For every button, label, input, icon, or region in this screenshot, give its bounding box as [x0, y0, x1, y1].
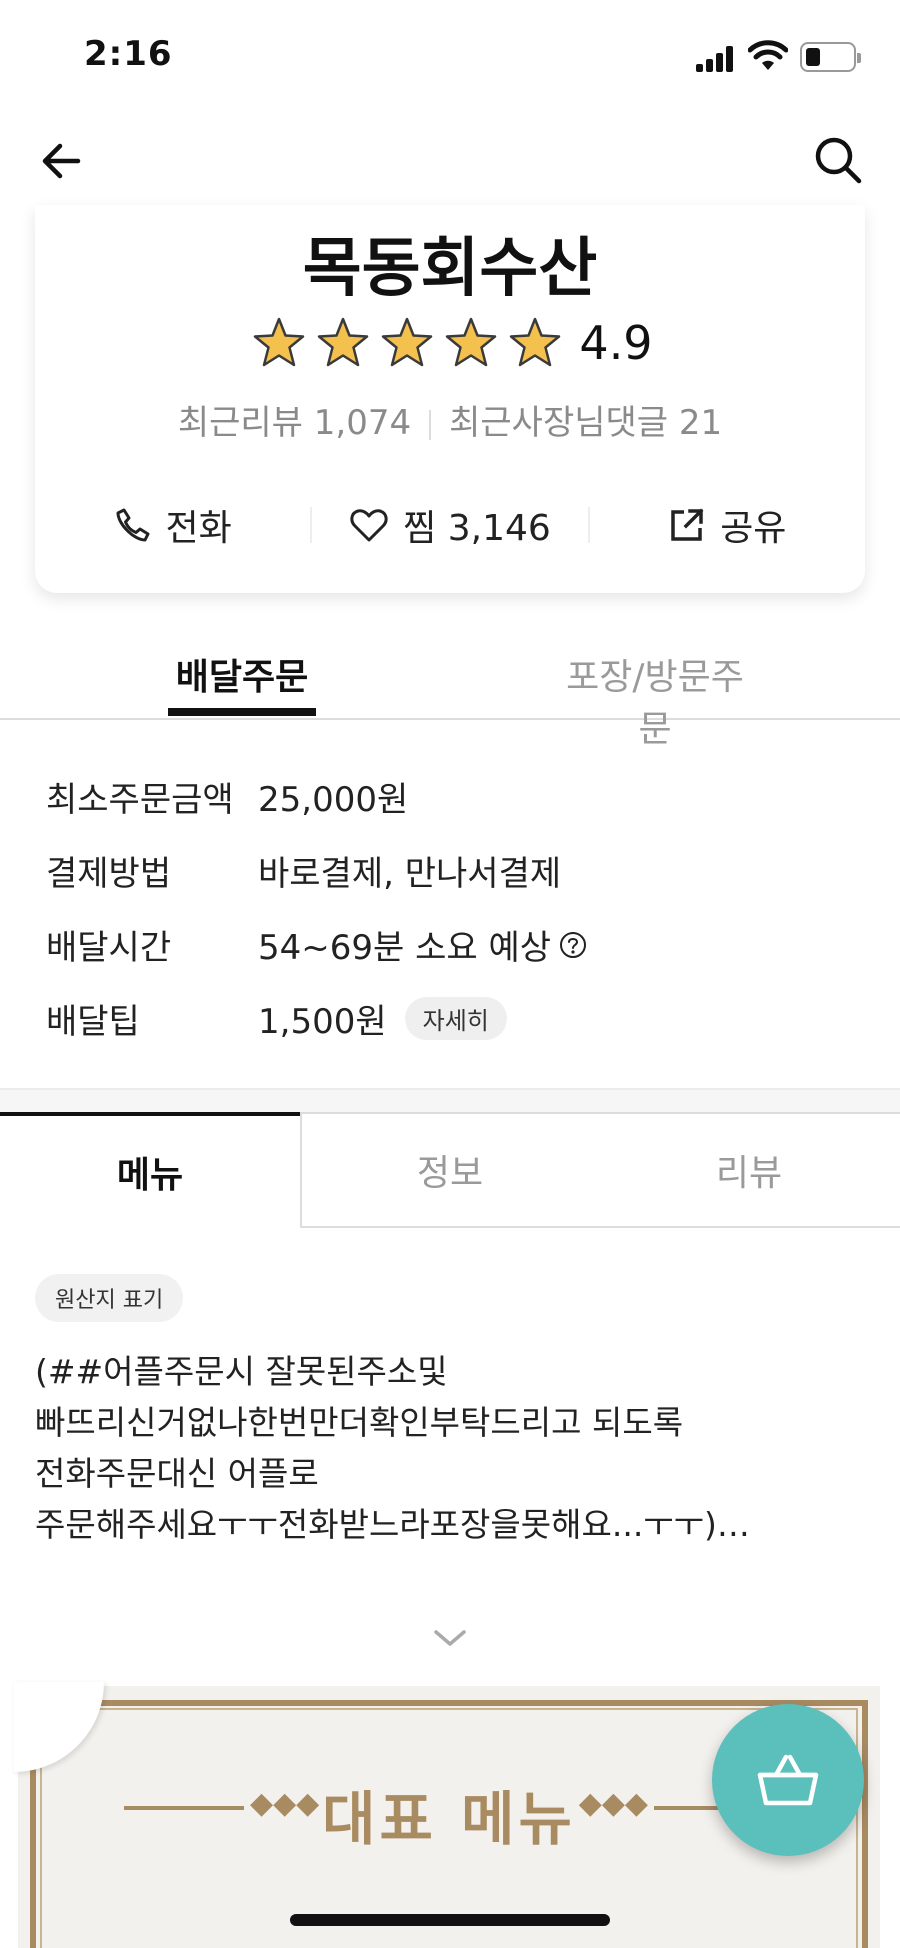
- order-type-tabs: 배달주문 포장/방문주문: [0, 630, 900, 750]
- status-bar: 2:16: [0, 0, 900, 110]
- star-icon: [446, 317, 497, 367]
- origin-label-button[interactable]: 원산지 표기: [35, 1274, 184, 1322]
- call-label: 전화: [165, 508, 232, 549]
- wifi-icon: [748, 40, 788, 70]
- tab-delivery-order[interactable]: 배달주문: [168, 648, 316, 716]
- tab-pickup-order[interactable]: 포장/방문주문: [550, 648, 760, 752]
- tip-detail-button[interactable]: 자세히: [404, 997, 507, 1040]
- basket-icon: [757, 1754, 819, 1806]
- rating-row[interactable]: 4.9: [35, 315, 865, 371]
- payment-value: 바로결제, 만나서결제: [258, 854, 562, 894]
- banner-ornament: ◆◆◆: [578, 1786, 648, 1821]
- status-time: 2:16: [84, 34, 173, 74]
- notice-line: 전화주문대신 어플로: [35, 1454, 319, 1493]
- help-circle-icon[interactable]: [559, 931, 587, 959]
- action-row: 전화 찜 3,146 공유: [35, 495, 865, 555]
- share-button[interactable]: 공유: [590, 495, 865, 555]
- phone-icon: [116, 508, 150, 542]
- min-order-row: 최소주문금액 25,000원: [46, 762, 866, 836]
- rating-value: 4.9: [579, 316, 653, 370]
- store-card: 목동회수산 4.9 최근리뷰 1,074 최근사장님댓글 21 전화 찜 3,14…: [35, 205, 865, 593]
- share-label: 공유: [720, 508, 787, 549]
- payment-label: 결제방법: [46, 854, 172, 894]
- owner-replies-count: 최근사장님댓글 21: [449, 403, 723, 443]
- like-button[interactable]: 찜 3,146: [312, 495, 587, 555]
- review-summary[interactable]: 최근리뷰 1,074 최근사장님댓글 21: [35, 395, 865, 444]
- tab-menu[interactable]: 메뉴: [0, 1112, 300, 1228]
- delivery-time-info: 54~69분 소요 예상: [258, 920, 587, 969]
- payment-row: 결제방법 바로결제, 만나서결제: [46, 836, 866, 910]
- like-count: 찜 3,146: [403, 508, 551, 549]
- home-indicator: [290, 1914, 610, 1926]
- min-order-value: 25,000원: [258, 780, 409, 820]
- chevron-down-icon[interactable]: [432, 1626, 468, 1650]
- store-notice[interactable]: (##어플주문시 잘못된주소및 빠뜨리신거없나한번만더확인부탁드리고 되도록 전…: [35, 1346, 815, 1550]
- call-button[interactable]: 전화: [35, 495, 310, 555]
- signal-icon: [696, 46, 736, 72]
- delivery-time-row: 배달시간 54~69분 소요 예상: [46, 910, 866, 984]
- notice-line: 주문해주세요ㅜㅜ전화받느라포장을못해요...ㅜㅜ)…: [35, 1505, 750, 1544]
- delivery-tip-value: 1,500원: [258, 1002, 387, 1042]
- share-icon: [671, 508, 704, 541]
- delivery-tip-row: 배달팁 1,500원 자세히: [46, 984, 866, 1058]
- divider: [429, 409, 432, 440]
- delivery-time-label: 배달시간: [46, 928, 172, 968]
- tab-review[interactable]: 리뷰: [598, 1112, 900, 1228]
- section-divider: [0, 1088, 900, 1112]
- notice-line: 빠뜨리신거없나한번만더확인부탁드리고 되도록: [35, 1403, 684, 1442]
- heart-icon: [350, 509, 388, 542]
- recent-reviews-count: 최근리뷰 1,074: [177, 403, 412, 443]
- battery-icon: [800, 42, 861, 72]
- delivery-info: 최소주문금액 25,000원 결제방법 바로결제, 만나서결제 배달시간 54~…: [46, 762, 866, 1058]
- delivery-time-value: 54~69분 소요 예상: [258, 928, 552, 968]
- delivery-tip-label: 배달팁: [46, 1002, 140, 1042]
- cart-button[interactable]: [712, 1704, 864, 1856]
- content-tabs: 메뉴 정보 리뷰: [0, 1112, 900, 1228]
- back-arrow-icon[interactable]: [38, 136, 88, 186]
- delivery-tip-info: 1,500원 자세히: [258, 994, 507, 1043]
- search-icon[interactable]: [812, 134, 864, 186]
- star-icon: [254, 317, 305, 367]
- tab-info[interactable]: 정보: [300, 1112, 598, 1228]
- store-name: 목동회수산: [302, 232, 598, 306]
- star-icon: [318, 317, 369, 367]
- min-order-label: 최소주문금액: [46, 780, 234, 820]
- star-icon: [382, 317, 433, 367]
- star-icon: [510, 317, 561, 367]
- notice-line: (##어플주문시 잘못된주소및: [35, 1352, 448, 1391]
